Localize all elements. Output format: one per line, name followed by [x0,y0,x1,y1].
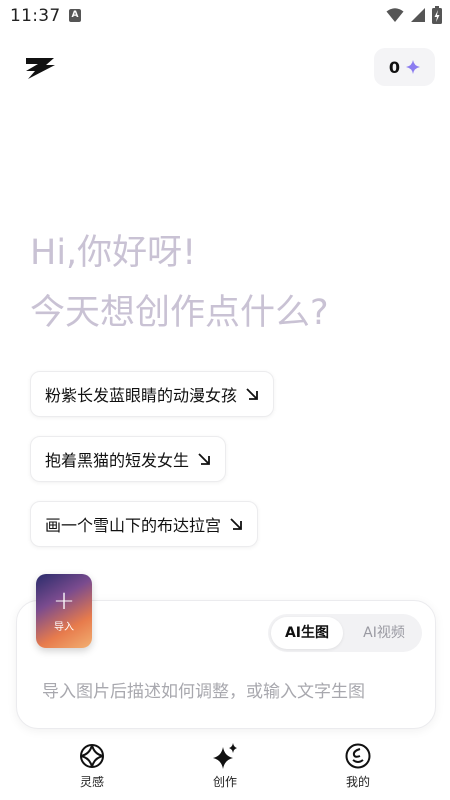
suggestion-label: 抱着黑猫的短发女生 [45,451,190,470]
sparkle-icon [406,60,421,74]
suggestion-label: 画一个雪山下的布达拉宫 [45,516,222,535]
arrow-down-right-icon [198,453,210,465]
suggestion-chip[interactable]: 粉紫长发蓝眼睛的动漫女孩 [30,371,275,417]
greeting-subtitle: 今天想创作点什么? [30,293,329,333]
import-label: 导入 [54,622,74,633]
arrow-down-right-icon [246,388,258,400]
battery-icon [432,6,442,24]
sparkle-create-icon [213,743,237,769]
inspiration-icon [80,744,104,768]
import-image-button[interactable]: + 导入 [36,574,92,648]
status-time: 11:37 [10,6,61,26]
mode-ai-image[interactable]: AI生图 [271,617,343,649]
suggestion-chip[interactable]: 抱着黑猫的短发女生 [30,436,227,482]
signal-icon [411,8,425,22]
wifi-icon [386,8,404,22]
nav-profile[interactable]: 我的 [323,743,393,790]
profile-face-icon [345,743,371,769]
z-logo-icon [24,54,58,82]
credits-button[interactable]: 0 [374,48,435,86]
nav-inspiration[interactable]: 灵感 [57,743,127,790]
notification-icon: A [69,9,81,22]
nav-create[interactable]: 创作 [190,743,260,790]
status-bar: 11:37 A [0,0,450,32]
nav-label: 我的 [345,775,370,789]
nav-label: 创作 [212,775,237,789]
nav-label: 灵感 [79,775,104,789]
status-icons [386,6,442,24]
suggestion-chip[interactable]: 画一个雪山下的布达拉宫 [30,501,259,547]
credits-count: 0 [388,57,401,77]
mode-toggle: AI生图 AI视频 [268,614,422,652]
plus-icon: + [53,586,75,616]
greeting-title: Hi,你好呀! [30,233,197,273]
arrow-down-right-icon [230,518,242,530]
mode-ai-video[interactable]: AI视频 [348,617,420,649]
prompt-input[interactable] [42,682,412,702]
suggestion-label: 粉紫长发蓝眼睛的动漫女孩 [45,386,238,405]
